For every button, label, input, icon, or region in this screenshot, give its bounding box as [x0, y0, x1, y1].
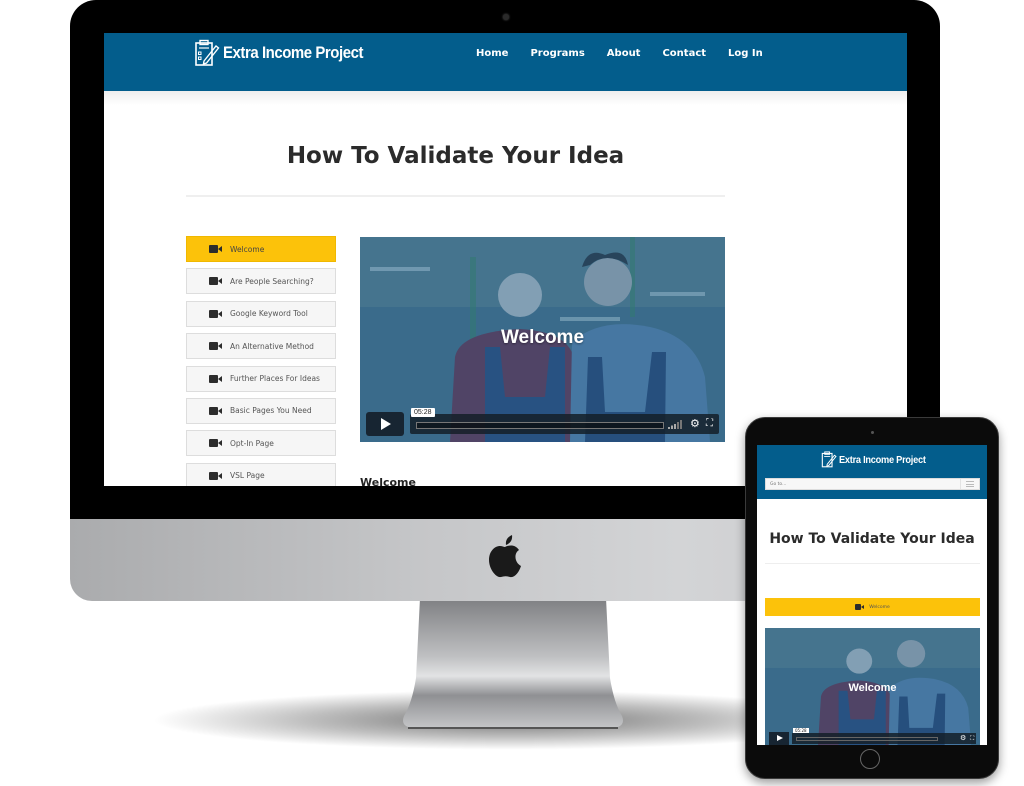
- lesson-item-basic-pages-you-need[interactable]: Basic Pages You Need: [186, 397, 336, 424]
- imac-stand: [403, 598, 623, 729]
- lesson-label: Are People Searching?: [230, 276, 314, 286]
- play-button[interactable]: [366, 412, 404, 436]
- mobile-nav-select[interactable]: Go to...: [765, 478, 980, 490]
- lesson-heading: Welcome: [360, 476, 416, 486]
- mobile-title-divider: [765, 563, 980, 564]
- lesson-item-google-keyword-tool[interactable]: Google Keyword Tool: [186, 300, 336, 327]
- mobile-video-duration: 05:28: [793, 728, 809, 733]
- nav-about[interactable]: About: [607, 48, 641, 59]
- title-divider: [186, 195, 725, 197]
- nav-contact[interactable]: Contact: [662, 48, 706, 59]
- video-duration: 05:28: [411, 408, 435, 417]
- lesson-label: Opt-In Page: [230, 438, 274, 448]
- mobile-page-title: How To Validate Your Idea: [769, 531, 975, 547]
- lesson-label: Further Places For Ideas: [230, 374, 320, 384]
- lesson-label: Basic Pages You Need: [230, 406, 312, 416]
- lesson-item-are-people-searching[interactable]: Are People Searching?: [186, 268, 336, 295]
- video-camera-icon: [209, 342, 223, 351]
- clipboard-pencil-icon: [195, 39, 220, 66]
- hamburger-menu-icon[interactable]: [960, 479, 979, 489]
- mobile-control-bar: ⚙ ⛶: [792, 733, 976, 744]
- video-camera-icon: [209, 245, 223, 253]
- mobile-brand-logo[interactable]: Extra Income Project: [821, 451, 937, 468]
- lesson-label: VSL Page: [230, 471, 265, 481]
- main-nav: Home Programs About Contact Log In: [476, 48, 763, 59]
- brand-logo[interactable]: Extra Income Project: [194, 39, 382, 67]
- nav-home[interactable]: Home: [476, 48, 508, 59]
- apple-logo-icon: [489, 535, 521, 578]
- lesson-item-welcome[interactable]: Welcome: [186, 236, 336, 262]
- nav-programs[interactable]: Programs: [530, 48, 584, 59]
- mobile-video-progress-bar[interactable]: [796, 737, 938, 741]
- video-controls: ⚙ ⛶ 05:28: [366, 408, 719, 436]
- clipboard-pencil-icon: [821, 451, 837, 468]
- page-title: How To Validate Your Idea: [286, 143, 625, 169]
- site-header: Extra Income Project Home Programs About…: [104, 33, 907, 91]
- imac-camera: [503, 14, 509, 20]
- video-camera-icon: [209, 471, 223, 480]
- lesson-item-further-places-for-ideas[interactable]: Further Places For Ideas: [186, 365, 336, 392]
- settings-gear-icon[interactable]: ⚙: [690, 417, 700, 431]
- video-camera-icon: [209, 374, 223, 383]
- volume-icon[interactable]: [668, 420, 682, 429]
- video-camera-icon: [209, 439, 223, 448]
- video-camera-icon: [209, 277, 223, 286]
- lesson-item-vsl-page[interactable]: VSL Page: [186, 462, 336, 486]
- ipad-device: Extra Income Project Go to... How To Val…: [745, 417, 999, 779]
- video-title-overlay: Welcome: [500, 327, 585, 348]
- fullscreen-icon[interactable]: ⛶: [706, 417, 713, 431]
- mobile-lesson-item-welcome[interactable]: Welcome: [765, 598, 980, 616]
- mobile-video-title-overlay: Welcome: [848, 682, 897, 694]
- video-player[interactable]: Welcome ⚙ ⛶ 05:28: [360, 237, 725, 442]
- mobile-nav-placeholder: Go to...: [770, 482, 787, 487]
- mobile-brand-name: Extra Income Project: [839, 453, 926, 466]
- fullscreen-icon[interactable]: ⛶: [970, 733, 974, 744]
- lesson-item-opt-in-page[interactable]: Opt-In Page: [186, 430, 336, 457]
- video-camera-icon: [209, 406, 223, 415]
- lesson-item-an-alternative-method[interactable]: An Alternative Method: [186, 333, 336, 360]
- mobile-play-button[interactable]: [769, 732, 789, 745]
- lesson-label: Google Keyword Tool: [230, 309, 308, 319]
- control-bar: ⚙ ⛶: [410, 414, 719, 434]
- ipad-camera: [871, 431, 874, 434]
- lesson-list: Welcome Are People Searching? Google Key…: [186, 236, 336, 486]
- video-camera-icon: [209, 309, 223, 318]
- ipad-home-button[interactable]: [860, 749, 880, 769]
- mobile-lesson-label: Welcome: [869, 604, 890, 610]
- lesson-label: Welcome: [230, 244, 265, 254]
- lesson-label: An Alternative Method: [230, 341, 314, 351]
- mobile-video-player[interactable]: Welcome ⚙ ⛶ 05:28: [765, 628, 980, 745]
- mobile-screen: Extra Income Project Go to... How To Val…: [757, 445, 987, 745]
- header-shadow: [104, 91, 907, 105]
- mobile-video-controls: ⚙ ⛶ 05:28: [769, 728, 976, 745]
- mobile-header: Extra Income Project Go to...: [757, 445, 987, 499]
- nav-log-in[interactable]: Log In: [728, 48, 763, 59]
- video-camera-icon: [855, 604, 865, 610]
- video-progress-bar[interactable]: [416, 422, 664, 429]
- settings-gear-icon[interactable]: ⚙: [960, 733, 966, 744]
- brand-name: Extra Income Project: [223, 43, 364, 62]
